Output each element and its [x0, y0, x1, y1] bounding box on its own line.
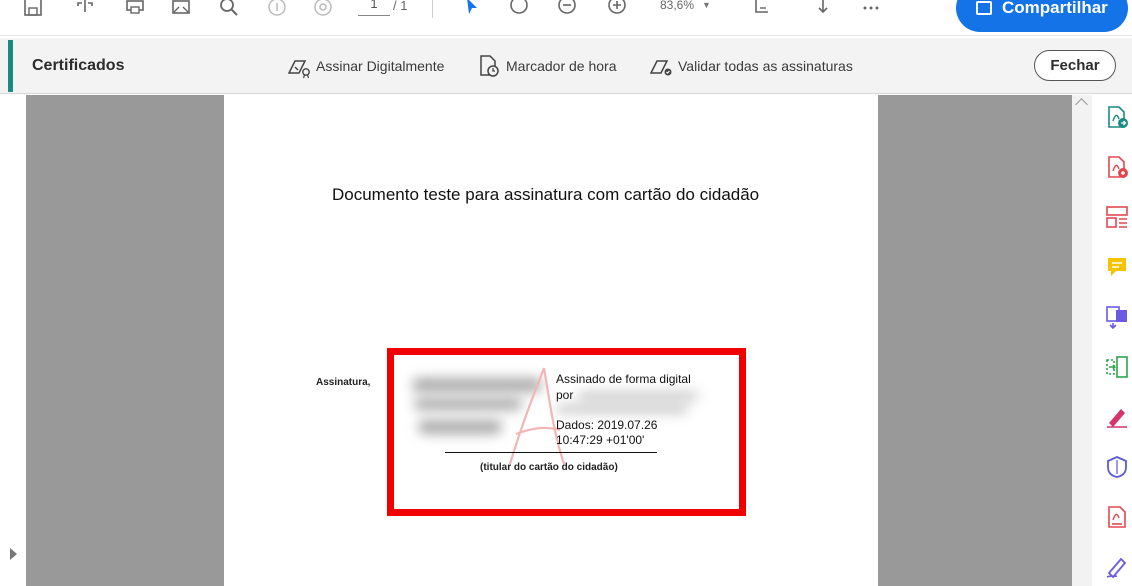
select-icon[interactable] [458, 0, 484, 20]
page-total: / 1 [393, 0, 408, 13]
toolbar-divider [432, 0, 433, 18]
signature-time-line: 10:47:29 +01'00' [556, 433, 645, 447]
pdf-file-icon[interactable] [1104, 504, 1130, 530]
clock-document-icon [480, 55, 499, 77]
timestamp-button[interactable]: Marcador de hora [476, 52, 617, 80]
share-label: Compartilhar [1002, 0, 1108, 17]
expand-panel-arrow-icon[interactable] [10, 548, 17, 560]
signature-label: Assinatura, [316, 377, 371, 388]
left-panel-strip [0, 95, 26, 586]
page-up-icon[interactable] [264, 0, 290, 20]
comment-icon[interactable] [1104, 254, 1130, 280]
sign-icon[interactable] [1104, 554, 1130, 580]
organize-pages-icon[interactable] [1104, 204, 1130, 230]
print-icon[interactable] [122, 0, 148, 20]
share-button[interactable]: Compartilhar [956, 0, 1128, 32]
sign-digitally-label: Assinar Digitalmente [316, 58, 445, 74]
search-icon[interactable] [216, 0, 242, 20]
sign-digitally-button[interactable]: Assinar Digitalmente [286, 52, 444, 80]
validate-signature-icon [649, 60, 672, 76]
top-toolbar: 1 / 1 83,6% ▼ Compartilhar [0, 0, 1132, 36]
redacted-name-blur [578, 392, 698, 400]
vertical-scrollbar[interactable] [1072, 95, 1092, 586]
more-icon[interactable] [858, 0, 884, 20]
signed-by-line: Assinado de forma digital [556, 372, 691, 386]
zoom-out-icon[interactable] [554, 0, 580, 20]
zoom-in-icon[interactable] [604, 0, 630, 20]
document-title: Documento teste para assinatura com cart… [332, 185, 760, 204]
chevron-down-icon: ▼ [702, 0, 711, 10]
export-pdf-icon[interactable] [1104, 104, 1130, 130]
zoom-value: 83,6% [660, 0, 695, 12]
upload-icon[interactable] [72, 0, 98, 20]
signature-date-line: Dados: 2019.07.26 [556, 418, 658, 432]
share-icon [976, 1, 992, 15]
redacted-name-blur [418, 420, 502, 434]
validate-signatures-label: Validar todas as assinaturas [678, 58, 853, 74]
redacted-name-blur [556, 405, 688, 413]
protect-icon[interactable] [1104, 454, 1130, 480]
zoom-dropdown[interactable]: 83,6% ▼ [660, 0, 730, 16]
save-icon[interactable] [20, 0, 46, 20]
signature-holder-caption: (titular do cartão do cidadão) [480, 462, 618, 473]
fit-page-icon[interactable] [750, 0, 776, 20]
create-pdf-icon[interactable] [1104, 154, 1130, 180]
scan-icon[interactable] [1104, 304, 1130, 330]
fill-sign-icon[interactable] [1104, 404, 1130, 430]
email-icon[interactable] [168, 0, 194, 20]
certificates-accent-bar [8, 40, 13, 92]
download-icon[interactable] [810, 0, 836, 20]
signature-rule [445, 452, 657, 453]
compress-icon[interactable] [1104, 354, 1130, 380]
certificates-bar: Certificados Assinar Digitalmente Marcad… [0, 38, 1132, 94]
validate-signatures-button[interactable]: Validar todas as assinaturas [648, 52, 853, 80]
close-button[interactable]: Fechar [1034, 50, 1116, 81]
hand-icon[interactable] [506, 0, 532, 20]
page-down-icon[interactable] [310, 0, 336, 20]
timestamp-label: Marcador de hora [506, 58, 617, 74]
signed-by-line: por [556, 388, 574, 402]
certificates-title: Certificados [32, 57, 125, 74]
page-number-input[interactable]: 1 [358, 0, 390, 16]
pen-signature-icon [287, 60, 310, 79]
